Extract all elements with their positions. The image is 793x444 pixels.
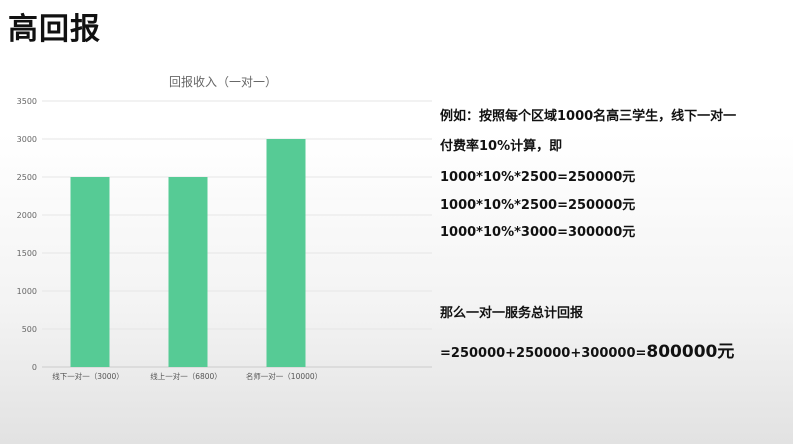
y-tick-label: 2000 [17,211,37,220]
calc-line-online: 1000*10%*2500=250000元 [440,198,636,213]
total-unit: 元 [717,342,735,362]
x-category-label: 线下一对一（3000） [52,371,124,381]
bar-chart: 回报收入（一对一） 0 500 1000 1500 2000 2500 3000 3500 线下… [0,64,440,394]
slide-title: 高回报 [8,12,101,47]
x-category-label: 线上一对一（6800） [150,371,222,381]
y-tick-label: 1500 [17,249,37,258]
bar [168,177,208,367]
summary-line: 那么一对一服务总计回报 [440,306,584,321]
total-value: 800000 [646,342,718,362]
calc-line-offline: 1000*10%*2500=250000元 [440,170,636,185]
chart-svg: 回报收入（一对一） 0 500 1000 1500 2000 2500 3000 3500 线下… [17,74,432,381]
y-tick-label: 3000 [17,135,37,144]
bar [266,139,306,367]
calc-line-famous: 1000*10%*3000=300000元 [440,225,636,240]
x-category-label: 名师一对一（10000） [246,371,322,381]
total-line: =250000+250000+300000=800000元 [440,337,734,362]
y-tick-label: 3500 [17,97,37,106]
total-prefix: =250000+250000+300000= [440,346,647,361]
chart-title: 回报收入（一对一） [169,74,277,89]
y-tick-label: 500 [22,325,37,334]
bar [70,177,110,367]
y-tick-label: 2500 [17,173,37,182]
example-line-2: 付费率10%计算，即 [440,139,563,154]
example-line-1: 例如：按照每个区域1000名高三学生，线下一对一 [440,109,737,124]
y-tick-label: 1000 [17,287,37,296]
y-tick-label: 0 [32,363,37,372]
